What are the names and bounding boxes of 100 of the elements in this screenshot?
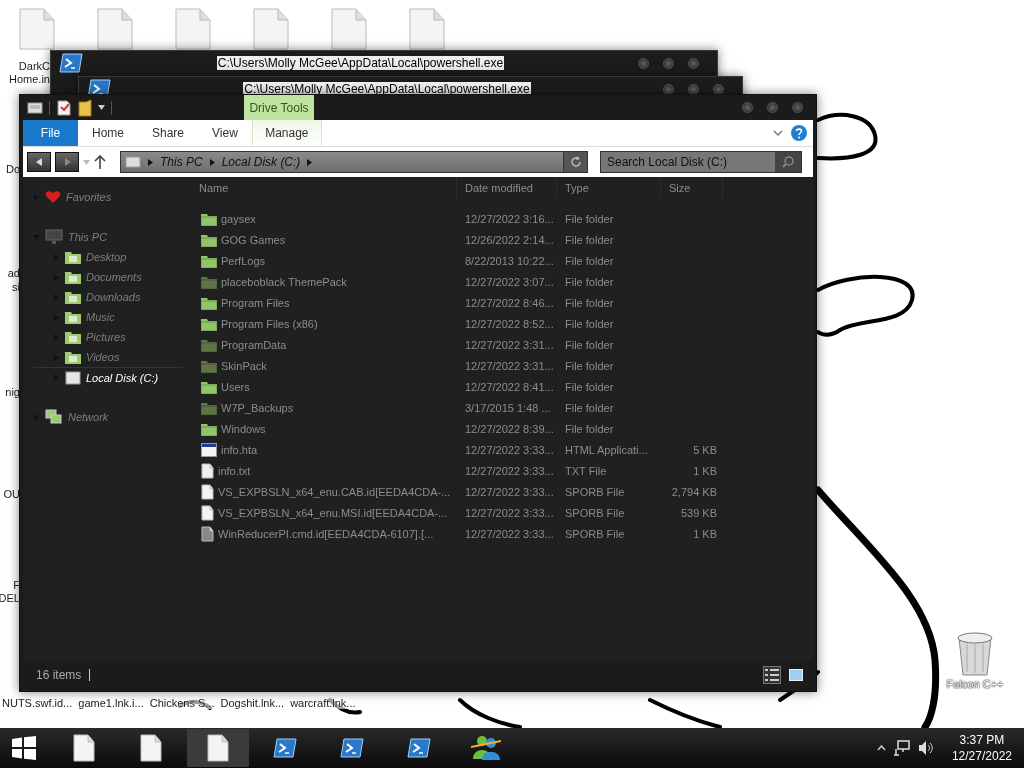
refresh-icon [569, 156, 582, 168]
nav-item[interactable]: Music [33, 307, 183, 327]
icon-label: Home.in [9, 73, 50, 85]
folder-icon [201, 274, 217, 289]
folder-icon [201, 232, 217, 247]
file-name[interactable]: Program Files [221, 296, 290, 309]
date-cell-text: 12/27/2022 3:33... [464, 485, 555, 498]
address-bar[interactable]: This PC Local Disk (C:) [120, 151, 588, 173]
file-name[interactable]: SkinPack [221, 359, 267, 372]
nav-item[interactable]: Network [33, 407, 183, 427]
maximize-button[interactable] [663, 57, 674, 69]
date-cell-text: 12/27/2022 8:52... [464, 317, 555, 330]
dropdown-icon [98, 104, 105, 111]
file-name[interactable]: placeboblack ThemePack [221, 275, 347, 288]
file-name[interactable]: Program Files (x86) [221, 317, 318, 330]
nav-item[interactable]: Downloads [33, 287, 183, 307]
ribbon-tab[interactable]: Manage [251, 120, 322, 146]
folder-icon [65, 270, 81, 284]
network-icon[interactable] [893, 740, 910, 756]
up-arrow-icon[interactable] [94, 155, 106, 169]
type-cell-text: File folder [564, 338, 615, 351]
breadcrumb[interactable]: Local Disk (C:) [221, 155, 301, 169]
size-cell-text: 2,794 KB [670, 485, 718, 498]
file-name[interactable]: GOG Games [221, 233, 286, 246]
nav-item[interactable]: This PC [33, 227, 183, 247]
windows-logo-icon [12, 736, 36, 760]
nav-item[interactable]: Videos [33, 347, 183, 367]
type-cell-text: File folder [564, 296, 615, 309]
column-header[interactable]: Date modified [457, 177, 557, 199]
file-name[interactable]: VS_EXPBSLN_x64_enu.MSI.id[EEDA4CDA-... [218, 506, 448, 519]
refresh-button[interactable] [563, 152, 587, 172]
forward-button[interactable] [55, 152, 79, 172]
close-button[interactable] [688, 57, 699, 69]
file-icon [201, 504, 214, 521]
recent-locations-icon [83, 158, 90, 166]
nav-item[interactable]: Documents [33, 267, 183, 287]
ribbon-tab[interactable]: Share [138, 120, 199, 146]
file-icon [73, 734, 95, 762]
file-name[interactable]: ProgramData [221, 338, 287, 351]
taskbar-item[interactable] [187, 729, 249, 767]
icon-label: si [12, 281, 20, 293]
folder-icon [201, 211, 217, 226]
type-cell-text: File folder [564, 359, 615, 372]
nav-item[interactable]: Desktop [33, 247, 183, 267]
icon-label: DarkC [18, 60, 50, 72]
folder-icon [65, 290, 81, 304]
file-name[interactable]: PerfLogs [221, 254, 266, 267]
ribbon-tab[interactable]: Home [78, 120, 138, 146]
file-name[interactable]: Users [221, 380, 250, 393]
type-cell-text: File folder [564, 233, 615, 246]
size-cell-text: 5 KB [692, 443, 718, 456]
icon-label: warcraft.lnk... [290, 697, 356, 709]
nav-item[interactable]: Pictures [33, 327, 183, 347]
file-name[interactable]: info.hta [221, 443, 258, 456]
column-header[interactable]: Type [557, 177, 661, 199]
file-name[interactable]: WinReducerPI.cmd.id[EEDA4CDA-6107].[... [218, 527, 434, 540]
close-button[interactable] [792, 102, 803, 113]
clock-date: 12/27/2022 [951, 748, 1012, 764]
volume-icon[interactable] [917, 740, 934, 756]
breadcrumb[interactable]: This PC [160, 155, 203, 169]
file-icon [201, 525, 214, 542]
file-menu-button[interactable]: File [23, 120, 78, 146]
window-icon [201, 442, 217, 457]
back-button[interactable] [27, 152, 51, 172]
type-cell-text: TXT File [564, 464, 608, 477]
type-cell-text: File folder [564, 254, 615, 267]
file-name[interactable]: W7P_Backups [221, 401, 294, 414]
file-name[interactable]: info.txt [218, 464, 251, 477]
file-name[interactable]: Windows [221, 422, 266, 435]
file-name[interactable]: VS_EXPBSLN_x64_enu.CAB.id[EEDA4CDA-... [218, 485, 451, 498]
column-header[interactable]: Size [661, 177, 723, 199]
expand-ribbon-icon[interactable] [773, 129, 783, 137]
nav-item[interactable]: Local Disk (C:) [33, 367, 183, 387]
column-header[interactable]: Name [191, 177, 457, 199]
folder-icon [65, 310, 81, 324]
date-cell-text: 12/26/2022 2:14... [464, 233, 555, 246]
properties-icon[interactable] [56, 99, 72, 116]
date-cell-text: 12/27/2022 8:41... [464, 380, 555, 393]
details-view-button[interactable] [763, 665, 781, 684]
date-cell-text: 12/27/2022 3:31... [464, 359, 555, 372]
date-cell-text: 12/27/2022 3:07... [464, 275, 555, 288]
show-hidden-icons-icon[interactable] [876, 745, 886, 751]
type-cell-text: File folder [564, 380, 615, 393]
folder-icon [65, 330, 81, 344]
folder-icon [65, 350, 81, 364]
nav-item[interactable]: Favorites [33, 187, 183, 207]
file-name[interactable]: gaysex [221, 212, 256, 225]
maximize-button[interactable] [767, 102, 778, 113]
minimize-button[interactable] [638, 57, 649, 69]
file-icon [140, 734, 162, 762]
date-cell-text: 12/27/2022 8:46... [464, 296, 555, 309]
folder-icon [201, 421, 217, 436]
minimize-button[interactable] [742, 102, 753, 113]
size-cell-text: 539 KB [679, 506, 718, 519]
ribbon-tab[interactable]: View [198, 120, 252, 146]
clock[interactable]: 3:37 PM 12/27/2022 [951, 732, 1012, 764]
file-icon [175, 8, 211, 50]
forward-arrow-icon [63, 158, 71, 166]
help-icon[interactable] [791, 125, 807, 141]
new-folder-icon[interactable] [78, 98, 92, 117]
